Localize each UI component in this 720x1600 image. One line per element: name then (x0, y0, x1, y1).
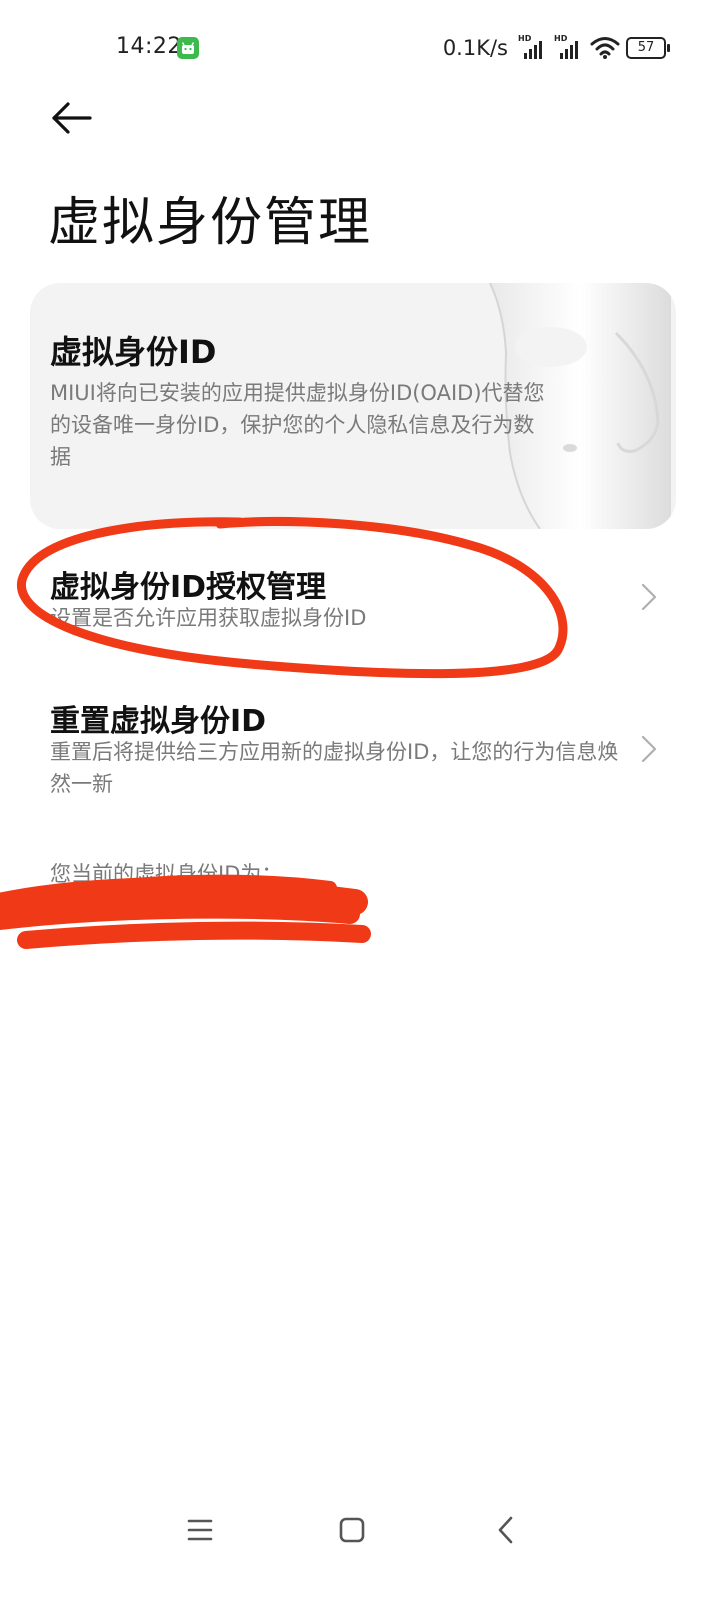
list-item-authorization-management[interactable]: 虚拟身份ID授权管理 设置是否允许应用获取虚拟身份ID (0, 556, 720, 648)
signal-hd-icon: HD (554, 34, 584, 61)
item-subtitle: 重置后将提供给三方应用新的虚拟身份ID，让您的行为信息焕然一新 (50, 740, 619, 796)
list-item-reset-virtual-id[interactable]: 重置虚拟身份ID 重置后将提供给三方应用新的虚拟身份ID，让您的行为信息焕然一新 (0, 692, 720, 804)
card-description: MIUI将向已安装的应用提供虚拟身份ID(OAID)代替您的设备唯一身份ID，保… (50, 381, 545, 469)
current-id-label: 您当前的虚拟身份ID为： (50, 862, 283, 886)
info-card: 虚拟身份ID MIUI将向已安装的应用提供虚拟身份ID(OAID)代替您的设备唯… (30, 283, 676, 529)
navigation-bar (0, 1490, 720, 1570)
item-subtitle: 设置是否允许应用获取虚拟身份ID (50, 606, 367, 630)
system-back-button[interactable] (484, 1508, 528, 1552)
battery-icon: 57 (626, 37, 670, 59)
android-notification-icon (177, 37, 199, 59)
status-bar: 14:22 0.1K/s HD HD 57 (0, 0, 720, 96)
home-button[interactable] (330, 1508, 374, 1552)
chevron-right-icon (641, 735, 657, 763)
status-icons: 0.1K/s HD HD 57 (442, 32, 670, 64)
red-scribble-redaction (0, 874, 371, 949)
item-title: 重置虚拟身份ID (50, 704, 267, 739)
status-time: 14:22 (116, 34, 182, 59)
menu-icon (187, 1519, 213, 1541)
item-title: 虚拟身份ID授权管理 (50, 570, 327, 605)
back-icon (498, 1516, 513, 1544)
page-title: 虚拟身份管理 (48, 193, 373, 253)
signal-hd-icon: HD (518, 34, 548, 61)
card-title: 虚拟身份ID (50, 333, 217, 371)
chevron-right-icon (641, 583, 657, 611)
recent-apps-button[interactable] (178, 1508, 222, 1552)
back-button[interactable] (46, 96, 98, 140)
home-icon (339, 1517, 365, 1543)
network-speed: 0.1K/s (442, 36, 508, 60)
arrow-left-icon (52, 102, 92, 134)
wifi-icon (590, 36, 620, 60)
